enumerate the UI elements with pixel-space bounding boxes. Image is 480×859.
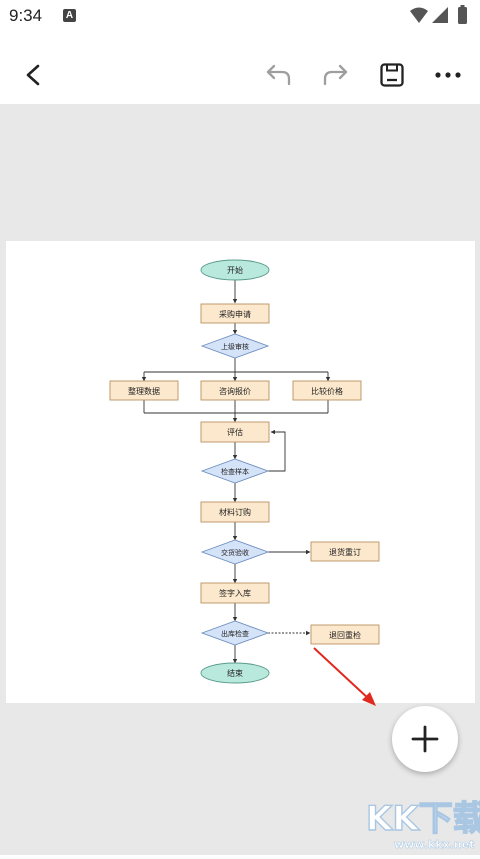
app-toolbar bbox=[0, 34, 480, 104]
undo-icon bbox=[266, 64, 291, 86]
flow-start-label: 开始 bbox=[227, 265, 243, 275]
flow-compare-prices-label: 比较价格 bbox=[311, 386, 343, 396]
flow-purchase-request[interactable]: 采购申请 bbox=[200, 303, 270, 324]
flow-delivery-acceptance-label: 交货验收 bbox=[221, 548, 249, 557]
flow-return-reorder-label: 退货重订 bbox=[329, 547, 361, 557]
flow-organize-data-label: 整理数据 bbox=[128, 386, 160, 396]
flow-superior-review-label: 上级审核 bbox=[221, 342, 249, 351]
flow-evaluate-label: 评估 bbox=[227, 427, 243, 437]
flow-compare-prices[interactable]: 比较价格 bbox=[292, 380, 362, 401]
flow-organize-data[interactable]: 整理数据 bbox=[109, 380, 179, 401]
redo-icon bbox=[323, 64, 348, 86]
add-button[interactable] bbox=[392, 706, 458, 772]
flow-return-reorder[interactable]: 退货重订 bbox=[310, 541, 380, 562]
back-button[interactable] bbox=[14, 55, 54, 95]
watermark-url: www.kkx.net bbox=[394, 838, 474, 851]
flow-material-order-label: 材料订购 bbox=[219, 507, 251, 517]
annotation-arrow bbox=[313, 647, 376, 706]
flow-inquire-quote[interactable]: 咨询报价 bbox=[200, 380, 270, 401]
redo-button[interactable] bbox=[315, 55, 355, 95]
battery-icon bbox=[458, 5, 467, 24]
save-button[interactable] bbox=[372, 55, 412, 95]
watermark-brand: KK下载 bbox=[366, 799, 480, 839]
flow-start[interactable]: 开始 bbox=[200, 259, 270, 281]
flow-superior-review[interactable]: 上级审核 bbox=[200, 333, 270, 359]
flow-inspect-sample-label: 检查样本 bbox=[221, 467, 249, 476]
flow-evaluate[interactable]: 评估 bbox=[200, 421, 270, 443]
flow-inspect-sample[interactable]: 检查样本 bbox=[200, 458, 270, 484]
status-bar: 9:34 A bbox=[0, 0, 480, 34]
flow-sign-storage-label: 签字入库 bbox=[219, 588, 251, 598]
flow-inquire-quote-label: 咨询报价 bbox=[219, 386, 251, 396]
save-icon bbox=[380, 63, 404, 87]
plus-icon bbox=[411, 725, 439, 753]
flow-purchase-request-label: 采购申请 bbox=[219, 309, 251, 319]
back-arrow-icon bbox=[26, 64, 40, 86]
signal-icon bbox=[432, 7, 448, 23]
notification-icon: A bbox=[63, 9, 76, 22]
more-vert-icon bbox=[435, 72, 461, 78]
undo-button[interactable] bbox=[259, 55, 299, 95]
flow-end[interactable]: 结束 bbox=[200, 662, 270, 684]
status-time: 9:34 bbox=[9, 6, 43, 25]
watermark: KK下载 www.kkx.net bbox=[354, 790, 480, 855]
flow-material-order[interactable]: 材料订购 bbox=[200, 501, 270, 523]
status-icons bbox=[410, 5, 467, 24]
flow-outbound-check[interactable]: 出库检查 bbox=[200, 620, 270, 646]
flow-delivery-acceptance[interactable]: 交货验收 bbox=[200, 539, 270, 565]
flowchart: 开始 采购申请 上级审核 整理数据 咨询报价 比较价格 评估 检查样本 材料订购… bbox=[109, 259, 380, 684]
flowchart-document[interactable]: 开始 采购申请 上级审核 整理数据 咨询报价 比较价格 评估 检查样本 材料订购… bbox=[6, 241, 475, 703]
wifi-icon bbox=[410, 7, 428, 23]
flow-end-label: 结束 bbox=[227, 668, 243, 678]
more-button[interactable] bbox=[428, 55, 468, 95]
flow-sign-storage[interactable]: 签字入库 bbox=[200, 582, 270, 604]
flow-outbound-check-label: 出库检查 bbox=[221, 629, 249, 638]
